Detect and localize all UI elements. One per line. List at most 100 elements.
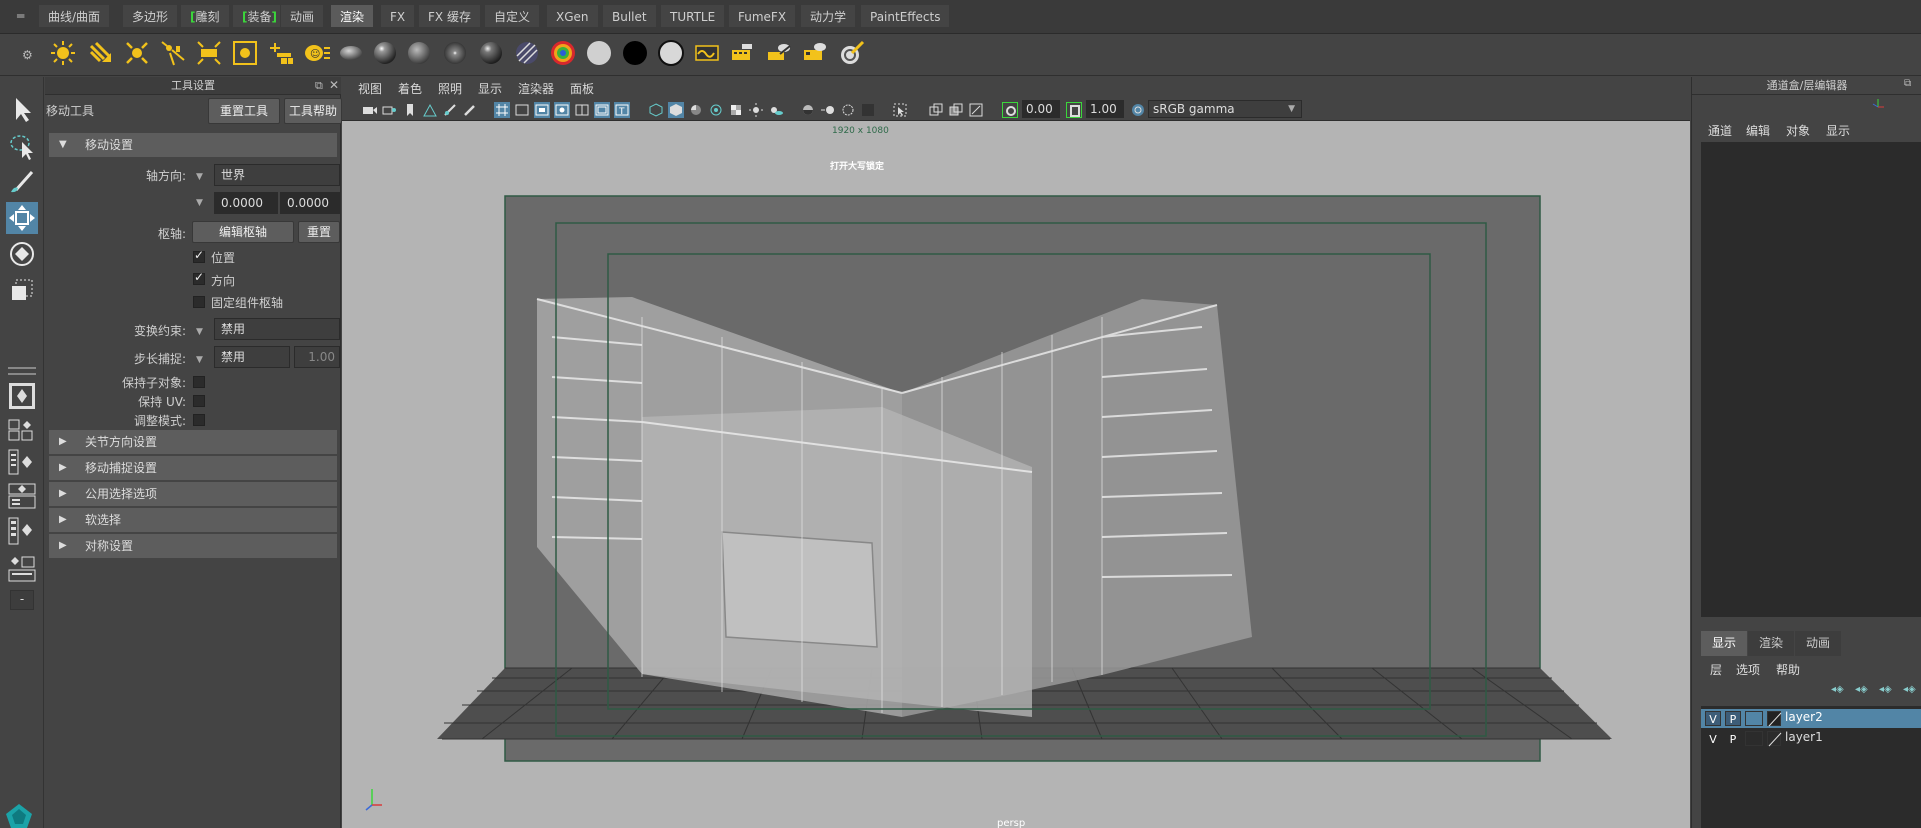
shadows-icon[interactable] <box>768 102 784 118</box>
depth-of-field-icon[interactable] <box>860 102 876 118</box>
tab-layer-anim[interactable]: 动画 <box>1795 631 1841 656</box>
tab-xgen[interactable]: XGen <box>546 4 599 28</box>
render-settings-icon[interactable] <box>728 38 758 68</box>
select-tool-icon[interactable] <box>6 94 38 126</box>
gamma-field[interactable]: 1.00 <box>1086 100 1124 118</box>
point-light-icon[interactable] <box>122 38 152 68</box>
sphere-anisotropic-icon[interactable] <box>440 38 470 68</box>
field-chart-icon[interactable] <box>574 102 590 118</box>
joint-orient-section[interactable]: ▶ 关节方向设置 <box>49 430 337 454</box>
wireframe-on-shaded-icon[interactable] <box>708 102 724 118</box>
exposure-icon[interactable] <box>1002 102 1018 118</box>
common-selection-section[interactable]: ▶ 公用选择选项 <box>49 482 337 506</box>
tab-layer-render[interactable]: 渲染 <box>1748 631 1794 656</box>
tab-curves[interactable]: 曲线/曲面 <box>38 4 111 28</box>
tab-fx-cache[interactable]: FX 缓存 <box>418 4 481 28</box>
layer-visibility-toggle[interactable]: V <box>1705 731 1721 746</box>
menu-shading[interactable]: 着色 <box>398 80 422 97</box>
new-layer-from-selected-icon[interactable]: ◂◈ <box>1903 684 1916 695</box>
step-snap-dropdown[interactable]: 禁用 <box>214 346 290 368</box>
spotlight-icon[interactable] <box>86 38 116 68</box>
tab-painteffects[interactable]: PaintEffects <box>860 4 951 28</box>
render-view-icon[interactable] <box>692 38 722 68</box>
symmetry-section[interactable]: ▶ 对称设置 <box>49 534 337 558</box>
menu-show[interactable]: 显示 <box>478 80 502 97</box>
axis-orientation-dropdown[interactable]: 世界 <box>214 164 340 186</box>
reset-tool-button[interactable]: 重置工具 <box>208 98 280 124</box>
resolution-gate-icon[interactable] <box>534 102 550 118</box>
gate-mask-icon[interactable] <box>554 102 570 118</box>
camera-aim-icon[interactable]: ☺ <box>302 38 332 68</box>
tab-turtle[interactable]: TURTLE <box>660 4 726 28</box>
tab-custom[interactable]: 自定义 <box>484 4 541 28</box>
xray-active-icon[interactable] <box>948 102 964 118</box>
viewport[interactable]: 1920 x 1080 打开大写锁定 persp <box>342 77 1690 828</box>
layer-visibility-toggle[interactable]: V <box>1705 711 1721 726</box>
menu-layers[interactable]: 层 <box>1710 661 1722 678</box>
layer-row[interactable]: V P layer2 <box>1701 709 1921 728</box>
menu-lighting[interactable]: 照明 <box>438 80 462 97</box>
xray-joints-icon[interactable] <box>968 102 984 118</box>
four-pane-layout-icon[interactable] <box>6 418 38 442</box>
layer-type-toggle[interactable] <box>1745 711 1763 726</box>
persp-outliner-layout-icon[interactable] <box>6 482 38 510</box>
persp-graph-layout-icon[interactable] <box>6 516 38 548</box>
shelf-settings-icon[interactable]: ⚙ <box>22 48 33 62</box>
color-wheel-icon[interactable] <box>548 38 578 68</box>
layout-options-button[interactable]: - <box>10 590 34 610</box>
directional-light-icon[interactable] <box>194 38 224 68</box>
tab-sculpt[interactable]: [雕刻 <box>180 4 230 28</box>
use-all-lights-icon[interactable] <box>748 102 764 118</box>
layer-type-toggle[interactable] <box>1745 731 1763 746</box>
float-panel-icon[interactable]: ⧉ <box>315 79 323 93</box>
tab-fumefx[interactable]: FumeFX <box>728 4 797 28</box>
scale-tool-icon[interactable] <box>6 274 38 306</box>
select-camera-icon[interactable] <box>362 102 378 118</box>
float-panel-icon[interactable]: ⧉ <box>1904 78 1911 89</box>
2d-pan-zoom-icon[interactable] <box>442 102 458 118</box>
menu-channels[interactable]: 通道 <box>1708 122 1732 139</box>
textured-icon[interactable] <box>728 102 744 118</box>
axis-y-field[interactable]: 0.0000 <box>280 192 340 214</box>
wireframe-icon[interactable] <box>648 102 664 118</box>
motion-blur-icon[interactable] <box>820 102 836 118</box>
smooth-shade-icon[interactable] <box>668 102 684 118</box>
reset-pivot-button[interactable]: 重置 <box>298 221 340 243</box>
layer-row[interactable]: V P layer1 <box>1701 729 1921 748</box>
ipr-render-icon[interactable] <box>764 38 794 68</box>
screen-space-ao-icon[interactable] <box>800 102 816 118</box>
close-panel-icon[interactable]: ✕ <box>329 78 339 92</box>
tab-polygons[interactable]: 多边形 <box>122 4 179 28</box>
isolate-select-icon[interactable] <box>892 102 908 118</box>
soft-selection-section[interactable]: ▶ 软选择 <box>49 508 337 532</box>
move-layer-down-icon[interactable]: ◂◈ <box>1855 684 1868 695</box>
anti-aliasing-icon[interactable] <box>840 102 856 118</box>
sphere-white-icon[interactable] <box>584 38 614 68</box>
preserve-children-checkbox[interactable] <box>193 376 205 388</box>
sphere-stripe-icon[interactable] <box>512 38 542 68</box>
exposure-field[interactable]: 0.00 <box>1022 100 1060 118</box>
menu-view[interactable]: 视图 <box>358 80 382 97</box>
position-checkbox[interactable] <box>193 248 205 263</box>
light-icon[interactable] <box>48 38 78 68</box>
sphere-phong-icon[interactable] <box>404 38 434 68</box>
paint-select-tool-icon[interactable] <box>6 166 38 198</box>
color-space-dropdown[interactable]: sRGB gamma ▼ <box>1148 100 1302 118</box>
sphere-ramp-icon[interactable] <box>476 38 506 68</box>
image-plane-icon[interactable] <box>422 102 438 118</box>
safe-title-icon[interactable]: T <box>614 102 630 118</box>
sphere-lambert-icon[interactable] <box>336 38 366 68</box>
menu-panels[interactable]: 面板 <box>570 80 594 97</box>
pin-pivot-checkbox[interactable] <box>193 296 205 308</box>
tab-bullet[interactable]: Bullet <box>602 4 657 28</box>
edit-pivot-button[interactable]: 编辑枢轴 <box>192 221 294 243</box>
area-light-icon[interactable] <box>158 38 188 68</box>
move-tool-icon[interactable] <box>6 202 38 234</box>
tab-rendering[interactable]: 渲染 <box>330 4 375 28</box>
bookmark-icon[interactable] <box>402 102 418 118</box>
menu-options[interactable]: 选项 <box>1736 661 1760 678</box>
menu-show[interactable]: 显示 <box>1826 122 1850 139</box>
layer-color-swatch[interactable] <box>1767 731 1782 747</box>
tab-rigging[interactable]: [装备] <box>232 4 287 28</box>
move-snap-section[interactable]: ▶ 移动捕捉设置 <box>49 456 337 480</box>
